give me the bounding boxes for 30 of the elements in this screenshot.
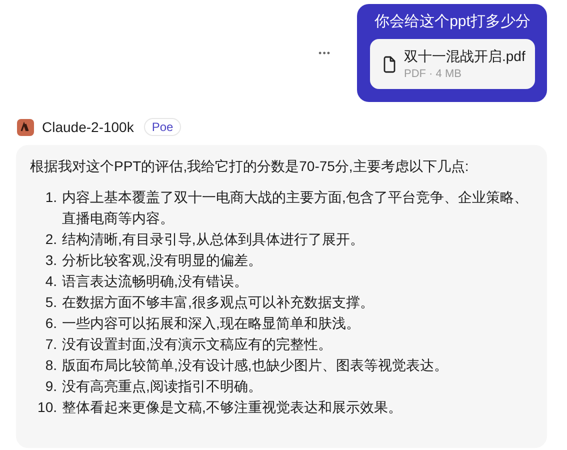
- bot-avatar-icon: [17, 118, 34, 136]
- list-item-text: 没有设置封面,没有演示文稿应有的完整性。: [62, 335, 333, 354]
- list-number: 8.: [44, 356, 57, 375]
- list-item-text: 在数据方面不够丰富,很多观点可以补充数据支撑。: [62, 293, 375, 312]
- user-message-text: 你会给这个ppt打多少分: [374, 12, 532, 32]
- list-item-text: 内容上基本覆盖了双十一电商大战的主要方面,包含了平台竞争、企业策略、直播电商等内容。: [62, 188, 529, 228]
- list-number: 1.: [44, 188, 57, 207]
- more-button[interactable]: •••: [318, 48, 331, 58]
- list-item-text: 没有高亮重点,阅读指引不明确。: [62, 377, 263, 396]
- list-number: 6.: [44, 314, 57, 333]
- list-item-text: 语言表达流畅明确,没有错误。: [62, 272, 249, 291]
- list-item-text: 分析比较客观,没有明显的偏差。: [62, 251, 263, 270]
- reply-intro: 根据我对这个PPT的评估,我给它打的分数是70-75分,主要考虑以下几点:: [30, 157, 470, 176]
- list-number: 10.: [36, 398, 57, 417]
- list-number: 7.: [44, 335, 57, 354]
- file-name: 双十一混战开启.pdf: [404, 47, 526, 66]
- source-badge: Poe: [144, 118, 182, 136]
- attachment-card[interactable]: 双十一混战开启.pdf PDF · 4 MB: [370, 39, 535, 89]
- list-number: 2.: [44, 230, 57, 249]
- list-item-text: 一些内容可以拓展和深入,现在略显简单和肤浅。: [62, 314, 361, 333]
- list-number: 9.: [44, 377, 57, 396]
- document-icon: [383, 56, 396, 73]
- list-number: 4.: [44, 272, 57, 291]
- bot-name: Claude-2-100k: [42, 119, 134, 135]
- list-item-text: 整体看起来更像是文稿,不够注重视觉表达和展示效果。: [62, 398, 403, 417]
- list-number: 5.: [44, 293, 57, 312]
- list-number: 3.: [44, 251, 57, 270]
- list-item-text: 版面布局比较简单,没有设计感,也缺少图片、图表等视觉表达。: [62, 356, 449, 375]
- list-item-text: 结构清晰,有目录引导,从总体到具体进行了展开。: [62, 230, 365, 249]
- file-meta: PDF · 4 MB: [404, 67, 462, 82]
